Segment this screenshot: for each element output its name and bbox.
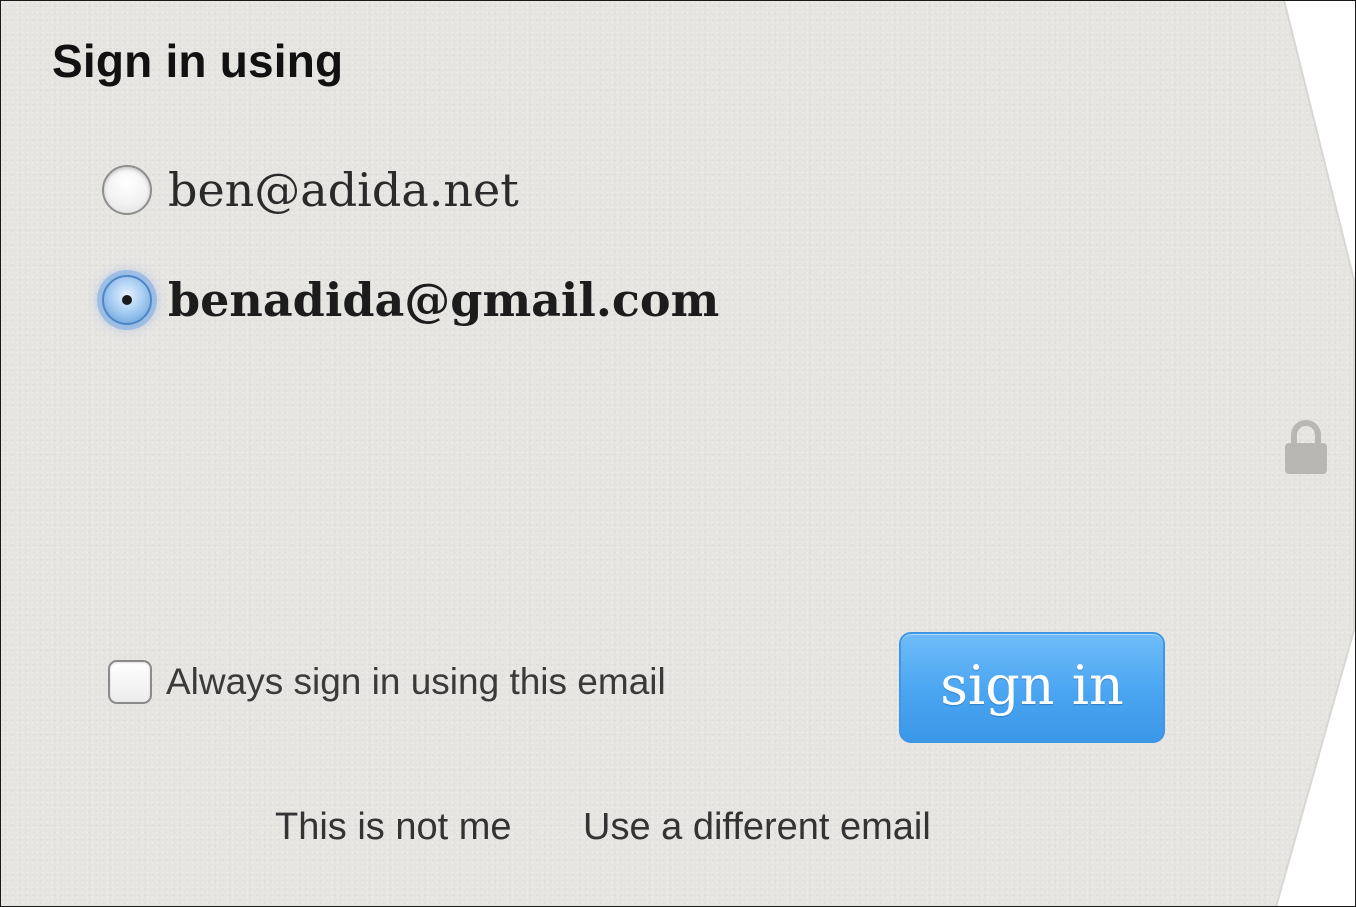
account-radio-1[interactable] — [102, 165, 152, 215]
remember-label: Always sign in using this email — [166, 661, 666, 702]
signin-panel — [0, 0, 1354, 907]
signin-dialog: Sign in using ben@adida.net benadida@gma… — [0, 0, 1356, 907]
signin-heading: Sign in using — [52, 35, 344, 87]
lock-icon — [1285, 420, 1327, 474]
remember-checkbox[interactable] — [108, 660, 152, 704]
account-email-2: benadida@gmail.com — [168, 273, 720, 327]
sign-in-button[interactable]: sign in — [899, 632, 1165, 743]
account-option-1[interactable]: ben@adida.net — [102, 160, 519, 220]
different-email-link[interactable]: Use a different email — [583, 806, 931, 849]
remember-option[interactable]: Always sign in using this email — [108, 660, 666, 704]
account-email-1: ben@adida.net — [168, 163, 519, 217]
panel-texture — [0, 0, 1354, 907]
account-radio-2[interactable] — [102, 275, 152, 325]
account-option-2[interactable]: benadida@gmail.com — [102, 270, 719, 330]
sign-in-button-label: sign in — [940, 654, 1124, 717]
not-me-link[interactable]: This is not me — [275, 806, 512, 849]
radio-selected-dot — [122, 295, 132, 305]
